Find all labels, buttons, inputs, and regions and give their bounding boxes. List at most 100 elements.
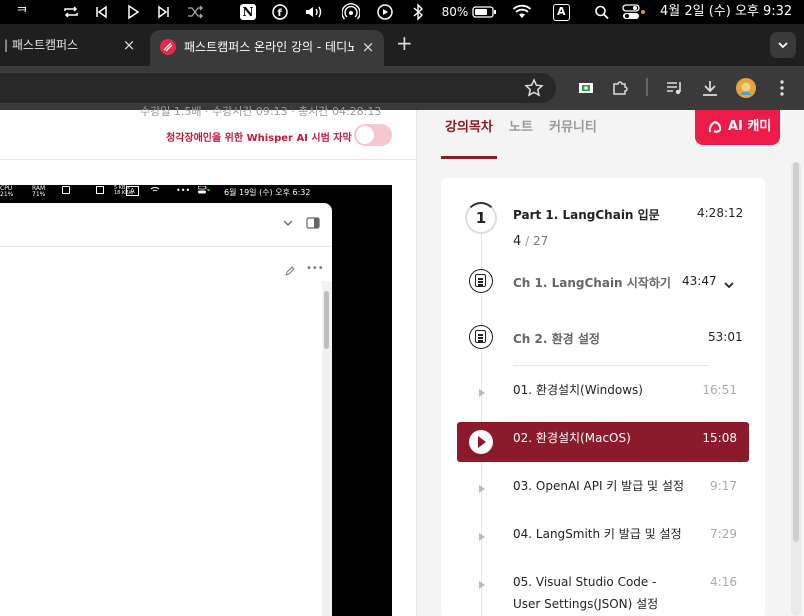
divider bbox=[0, 159, 416, 160]
repeat-icon[interactable] bbox=[62, 3, 80, 21]
control-center-icon[interactable] bbox=[622, 3, 646, 21]
media-play-icon[interactable] bbox=[376, 3, 394, 21]
more-menu-icon[interactable] bbox=[772, 78, 792, 98]
video-chevron-down-icon bbox=[282, 217, 294, 229]
lecture-title: 03. OpenAI API 키 발급 및 설정 bbox=[513, 479, 684, 493]
wifi-icon[interactable] bbox=[512, 3, 532, 21]
tab-fastcampus-lecture[interactable]: 패스트캠퍼스 온라인 강의 - 테디노트 × bbox=[150, 30, 384, 66]
lecture-item[interactable]: 05. Visual Studio Code - User Settings(J… bbox=[457, 566, 749, 616]
macos-menubar: ᄏ N f 80% A 4월 2일 (수) 오후 9:32 bbox=[0, 0, 804, 24]
chapter-title[interactable]: Ch 2. 환경 설정 bbox=[513, 330, 600, 347]
lecture-title: 01. 환경설치(Windows) bbox=[513, 383, 643, 397]
progress-separator: / bbox=[525, 234, 530, 248]
video-apple-icon bbox=[62, 186, 70, 194]
lecture-duration: 9:17 bbox=[710, 479, 737, 493]
toolbar-divider bbox=[646, 78, 648, 96]
bluetooth-icon[interactable] bbox=[412, 3, 424, 21]
video-app-icon bbox=[96, 186, 104, 194]
close-icon[interactable]: × bbox=[122, 38, 136, 53]
whisper-subtitle-label: 청각장애인을 위한 Whisper AI 시범 자막 bbox=[166, 133, 352, 144]
play-triangle-icon bbox=[479, 485, 485, 493]
video-control-center-icon bbox=[197, 185, 210, 194]
part-number-badge: 1 bbox=[465, 202, 497, 234]
tab-title: 패스트캠퍼스 온라인 강의 - 테디노트 bbox=[184, 40, 354, 54]
play-icon[interactable] bbox=[126, 3, 140, 21]
ai-kami-button[interactable]: AI 캐미 bbox=[695, 110, 780, 145]
battery-percent: 80% bbox=[441, 5, 469, 19]
video-clock: 6월 19일 (수) 오후 6:32 bbox=[224, 188, 311, 197]
tab-curriculum[interactable]: 강의목차 bbox=[445, 116, 493, 135]
previous-track-icon[interactable] bbox=[94, 3, 108, 21]
video-more-icon: ••• bbox=[176, 186, 191, 195]
chapter-doc-icon bbox=[469, 325, 493, 349]
bookmark-star-icon[interactable] bbox=[524, 78, 544, 98]
video-scroll-thumb bbox=[324, 291, 329, 349]
svg-text:f: f bbox=[278, 8, 283, 19]
address-bar[interactable] bbox=[0, 73, 556, 103]
profile-avatar[interactable] bbox=[736, 78, 756, 98]
tab-search-button[interactable] bbox=[770, 32, 796, 58]
video-more-icon: ••• bbox=[306, 263, 324, 274]
panel-scroll-thumb[interactable] bbox=[793, 162, 799, 542]
browser-tab-strip: | 패스트캠퍼스 × 패스트캠퍼스 온라인 강의 - 테디노트 × + bbox=[0, 24, 804, 66]
video-edit-icon bbox=[284, 265, 296, 277]
curriculum-card: 1 Part 1. LangChain 입문 4:28:12 4 / 27 Ch… bbox=[441, 178, 765, 616]
search-icon[interactable] bbox=[594, 3, 610, 21]
lecture-title: 04. LangSmith 키 발급 및 설정 bbox=[513, 527, 682, 541]
svg-text:ᄏ: ᄏ bbox=[16, 6, 28, 21]
lecture-duration: 4:16 bbox=[710, 575, 737, 589]
play-triangle-icon bbox=[479, 389, 485, 397]
lecture-duration: 16:51 bbox=[702, 383, 737, 397]
menubar-clock[interactable]: 4월 2일 (수) 오후 9:32 bbox=[660, 3, 800, 21]
ai-kami-icon bbox=[707, 119, 723, 135]
keyboard-layout-icon[interactable]: ᄏ bbox=[14, 3, 30, 21]
download-icon[interactable] bbox=[700, 78, 720, 98]
lecture-item[interactable]: 04. LangSmith 키 발급 및 설정 7:29 bbox=[457, 518, 749, 558]
curriculum-panel: 강의목차 노트 커뮤니티 AI 캐미 1 Part 1. LangChain 입… bbox=[417, 110, 804, 616]
volume-icon[interactable] bbox=[304, 3, 326, 21]
video-wifi-icon bbox=[150, 186, 160, 194]
progress-done: 4 bbox=[513, 234, 522, 249]
battery-icon[interactable] bbox=[472, 3, 498, 21]
video-app-window: ••• bbox=[0, 203, 332, 616]
video-cpu-stat: CPU 21% bbox=[0, 185, 14, 198]
notion-icon[interactable]: N bbox=[240, 4, 256, 20]
lecture-duration: 7:29 bbox=[710, 527, 737, 541]
new-tab-button[interactable]: + bbox=[396, 33, 413, 53]
chevron-down-icon[interactable] bbox=[723, 276, 735, 289]
play-triangle-icon bbox=[479, 581, 485, 589]
lecture-title-line2: User Settings(JSON) 설정 bbox=[513, 597, 659, 611]
chapter-duration: 43:47 bbox=[682, 274, 717, 288]
next-track-icon[interactable] bbox=[157, 3, 171, 21]
close-icon[interactable]: × bbox=[361, 40, 375, 55]
info-icon[interactable]: f bbox=[272, 3, 288, 21]
part-duration: 4:28:12 bbox=[697, 206, 744, 220]
shuffle-icon[interactable] bbox=[186, 3, 204, 21]
lecture-item[interactable]: 01. 환경설치(Windows) 16:51 bbox=[457, 374, 749, 414]
airdrop-icon[interactable] bbox=[342, 3, 360, 21]
lecture-item[interactable]: 03. OpenAI API 키 발급 및 설정 9:17 bbox=[457, 470, 749, 510]
tab-notes[interactable]: 노트 bbox=[509, 116, 533, 135]
whisper-subtitle-toggle[interactable] bbox=[354, 124, 392, 146]
part-title[interactable]: Part 1. LangChain 입문 bbox=[513, 206, 660, 223]
media-queue-icon[interactable] bbox=[664, 78, 684, 98]
extension-icon[interactable] bbox=[576, 78, 596, 98]
play-button-icon[interactable] bbox=[469, 430, 493, 454]
active-tab-underline bbox=[441, 156, 497, 159]
video-player[interactable]: CPU 21% RAM 71% A 5 KB/s 18 KB/s ••• 6월 … bbox=[0, 185, 392, 616]
ai-kami-label: AI 캐미 bbox=[728, 119, 772, 134]
video-ram-stat: RAM 71% bbox=[32, 185, 46, 198]
video-net-stat: 5 KB/s 18 KB/s bbox=[114, 185, 133, 196]
lecture-video-area: 수강일 1.5배 · 수강시간 09:13 · 총시간 04:28:13 청각장… bbox=[0, 105, 416, 616]
input-source-indicator[interactable]: A bbox=[553, 4, 570, 21]
lecture-duration: 15:08 bbox=[702, 431, 737, 445]
favicon bbox=[160, 39, 176, 55]
chapter-title[interactable]: Ch 1. LangChain 시작하기 bbox=[513, 274, 671, 291]
play-triangle-icon bbox=[479, 533, 485, 541]
tab-community[interactable]: 커뮤니티 bbox=[549, 116, 597, 135]
tab-fastcampus[interactable]: | 패스트캠퍼스 × bbox=[0, 32, 148, 62]
panel-scrollbar[interactable] bbox=[791, 162, 801, 616]
lecture-item-active[interactable]: 02. 환경설치(MacOS) 15:08 bbox=[457, 422, 749, 462]
puzzle-icon[interactable] bbox=[610, 78, 630, 98]
lecture-title: 05. Visual Studio Code - bbox=[513, 575, 657, 589]
